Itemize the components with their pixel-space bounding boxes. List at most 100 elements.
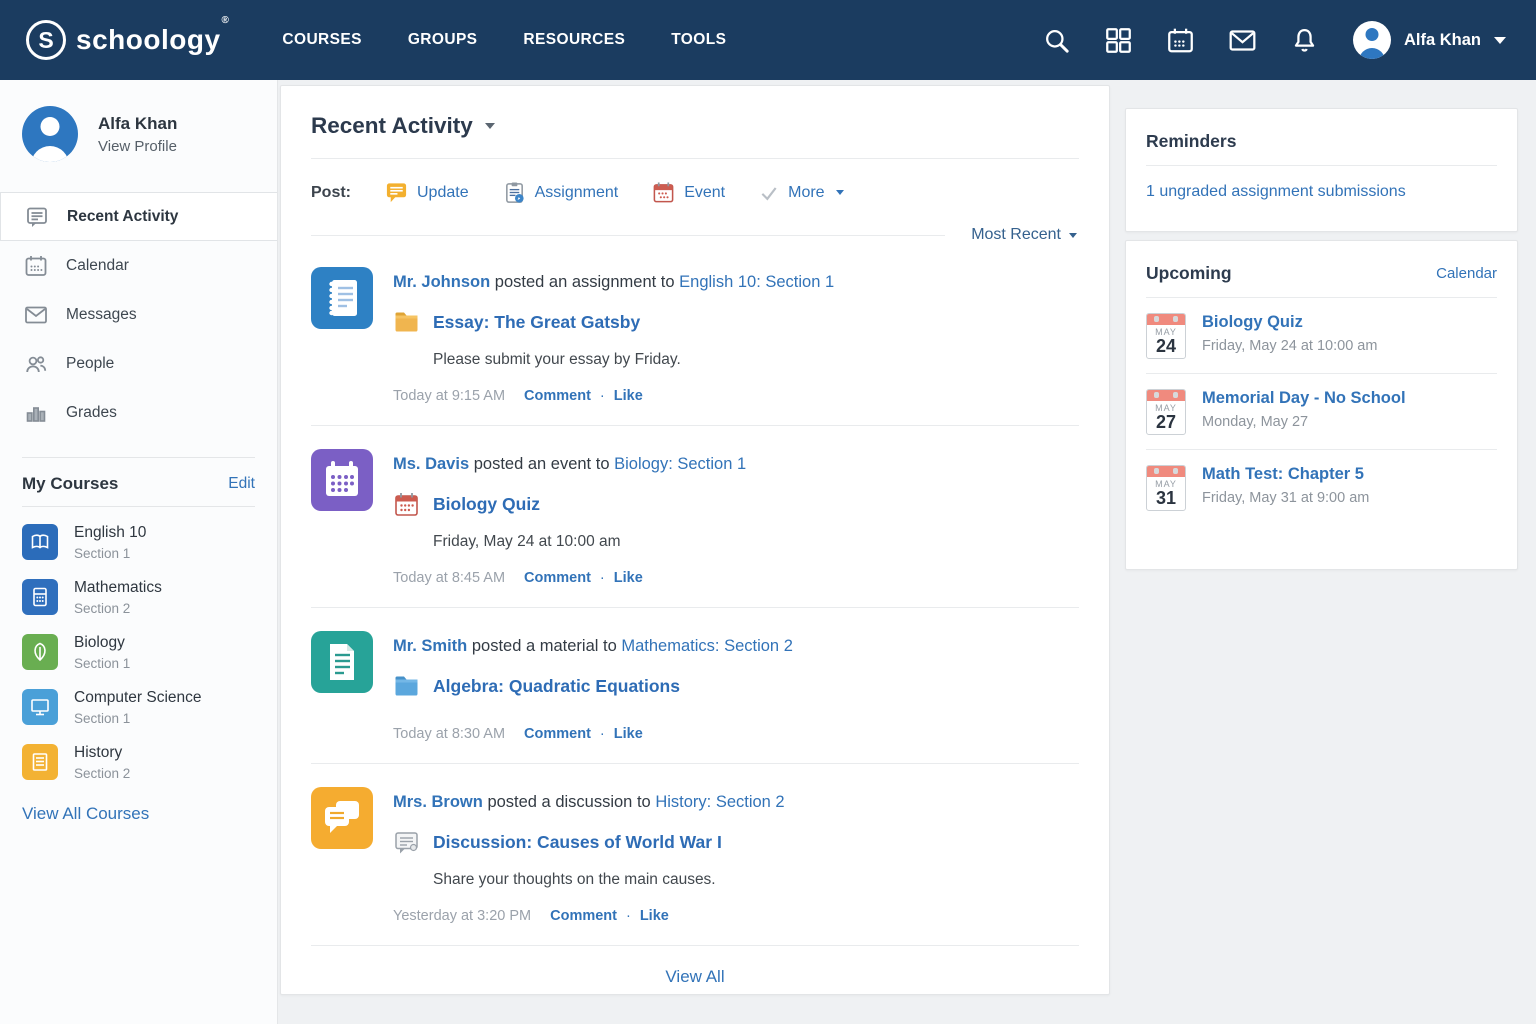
sidebar-item-calendar[interactable]: Calendar [0,241,277,290]
feed-item-title: Ms. Davis posted an event to Biology: Se… [393,455,747,473]
calendar-icon[interactable] [1167,27,1194,54]
feed-item-assignment: Mr. Johnson posted an assignment to Engl… [311,244,1079,426]
sort-dropdown[interactable]: Most Recent [971,226,1079,244]
calendar-link[interactable]: Calendar [1436,265,1497,282]
nav-tools[interactable]: TOOLS [671,31,726,49]
view-profile-link[interactable]: View Profile [98,138,177,155]
event-title-link[interactable]: Biology Quiz [1202,313,1377,332]
feed-item-event: Ms. Davis posted an event to Biology: Se… [311,426,1079,608]
view-all-link[interactable]: View All [311,946,1079,1008]
event-link[interactable]: Biology Quiz [433,494,540,515]
course-name: History [74,744,123,761]
avatar[interactable] [22,106,78,162]
calendar-icon [25,255,47,276]
sidebar-item-grades[interactable]: Grades [0,388,277,437]
sidebar-item-recent-activity[interactable]: Recent Activity [0,192,277,241]
author-link[interactable]: Ms. Davis [393,455,469,473]
post-more-button[interactable]: More [759,183,844,203]
event-title-link[interactable]: Memorial Day - No School [1202,389,1406,408]
monitor-icon [31,699,49,716]
course-item-mathematics[interactable]: Mathematics Section 2 [0,570,277,625]
material-tile-icon [311,631,373,693]
course-name: English 10 [74,524,147,541]
divider [1146,165,1497,166]
comment-link[interactable]: Comment [524,388,591,404]
course-section: Section 1 [74,656,131,671]
upcoming-event: MAY 31 Math Test: Chapter 5 Friday, May … [1146,450,1497,525]
post-event-button[interactable]: Event [652,181,725,204]
like-link[interactable]: Like [614,726,643,742]
book-icon [31,534,49,549]
course-link[interactable]: Biology: Section 1 [614,455,746,473]
people-icon [26,355,47,372]
assignment-clipboard-icon [505,182,524,203]
course-tile-icon [22,579,58,615]
update-bubble-icon [386,183,407,203]
assignment-tile-icon [311,267,373,329]
my-courses-title: My Courses [22,474,119,493]
post-toolbar: Post: Update Assignment Event More [311,159,1079,226]
assignment-link[interactable]: Essay: The Great Gatsby [433,312,640,333]
discussion-link[interactable]: Discussion: Causes of World War I [433,832,722,853]
brand-name: schoology® [76,15,230,55]
course-link[interactable]: Mathematics: Section 2 [621,637,793,655]
course-name: Biology [74,634,125,651]
event-calendar-icon [653,182,674,203]
course-item-english[interactable]: English 10 Section 1 [0,515,277,570]
author-link[interactable]: Mr. Johnson [393,273,490,291]
like-link[interactable]: Like [614,570,643,586]
post-update-button[interactable]: Update [385,181,469,204]
envelope-icon [25,306,47,323]
chevron-down-icon[interactable] [484,123,495,129]
author-link[interactable]: Mrs. Brown [393,793,483,811]
course-name: Computer Science [74,689,202,706]
folder-icon [395,676,418,696]
like-link[interactable]: Like [614,388,643,404]
profile-name: Alfa Khan [98,113,178,133]
material-link[interactable]: Algebra: Quadratic Equations [433,676,680,697]
feed-item-body: Share your thoughts on the main causes. [433,871,716,888]
notifications-bell-icon[interactable] [1291,27,1318,54]
sidebar-item-label: Calendar [66,256,129,274]
recent-activity-feed: Recent Activity Post: Update Assignment … [280,85,1110,995]
author-link[interactable]: Mr. Smith [393,637,467,655]
sidebar-item-messages[interactable]: Messages [0,290,277,339]
post-label: Post: [311,183,351,201]
course-link[interactable]: History: Section 2 [655,793,784,811]
primary-nav: COURSES GROUPS RESOURCES TOOLS [282,31,726,49]
nav-groups[interactable]: GROUPS [408,31,478,49]
like-link[interactable]: Like [640,908,669,924]
upcoming-event: MAY 24 Biology Quiz Friday, May 24 at 10… [1146,298,1497,374]
edit-courses-link[interactable]: Edit [228,475,255,493]
course-item-history[interactable]: History Section 2 [0,735,277,790]
search-icon[interactable] [1043,27,1070,54]
sidebar-item-people[interactable]: People [0,339,277,388]
user-menu[interactable]: Alfa Khan [1352,21,1506,59]
folder-icon [395,312,418,332]
course-item-computer-science[interactable]: Computer Science Section 1 [0,680,277,735]
post-icon [27,207,47,227]
timestamp: Today at 8:45 AM [393,570,506,586]
comment-link[interactable]: Comment [524,570,591,586]
course-link[interactable]: English 10: Section 1 [679,273,834,291]
ungraded-submissions-link[interactable]: 1 ungraded assignment submissions [1146,183,1497,201]
app-grid-icon[interactable] [1105,27,1132,54]
nav-courses[interactable]: COURSES [282,31,361,49]
view-all-courses-link[interactable]: View All Courses [22,804,149,824]
schoology-logo[interactable]: S schoology® [26,15,230,60]
post-assignment-button[interactable]: Assignment [503,181,618,204]
messages-icon[interactable] [1229,27,1256,54]
profile-block: Alfa Khan View Profile [0,80,277,192]
schoology-s-icon: S [26,20,66,60]
nav-resources[interactable]: RESOURCES [523,31,625,49]
divider [311,234,946,236]
comment-link[interactable]: Comment [524,726,591,742]
feed-item-discussion: Mrs. Brown posted a discussion to Histor… [311,764,1079,946]
chevron-down-icon [835,190,844,195]
feed-item-title: Mrs. Brown posted a discussion to Histor… [393,793,785,811]
course-item-biology[interactable]: Biology Section 1 [0,625,277,680]
comment-link[interactable]: Comment [550,908,617,924]
course-list: English 10 Section 1 Mathematics Section… [0,507,277,790]
document-lines-icon [32,753,48,771]
event-title-link[interactable]: Math Test: Chapter 5 [1202,465,1369,484]
